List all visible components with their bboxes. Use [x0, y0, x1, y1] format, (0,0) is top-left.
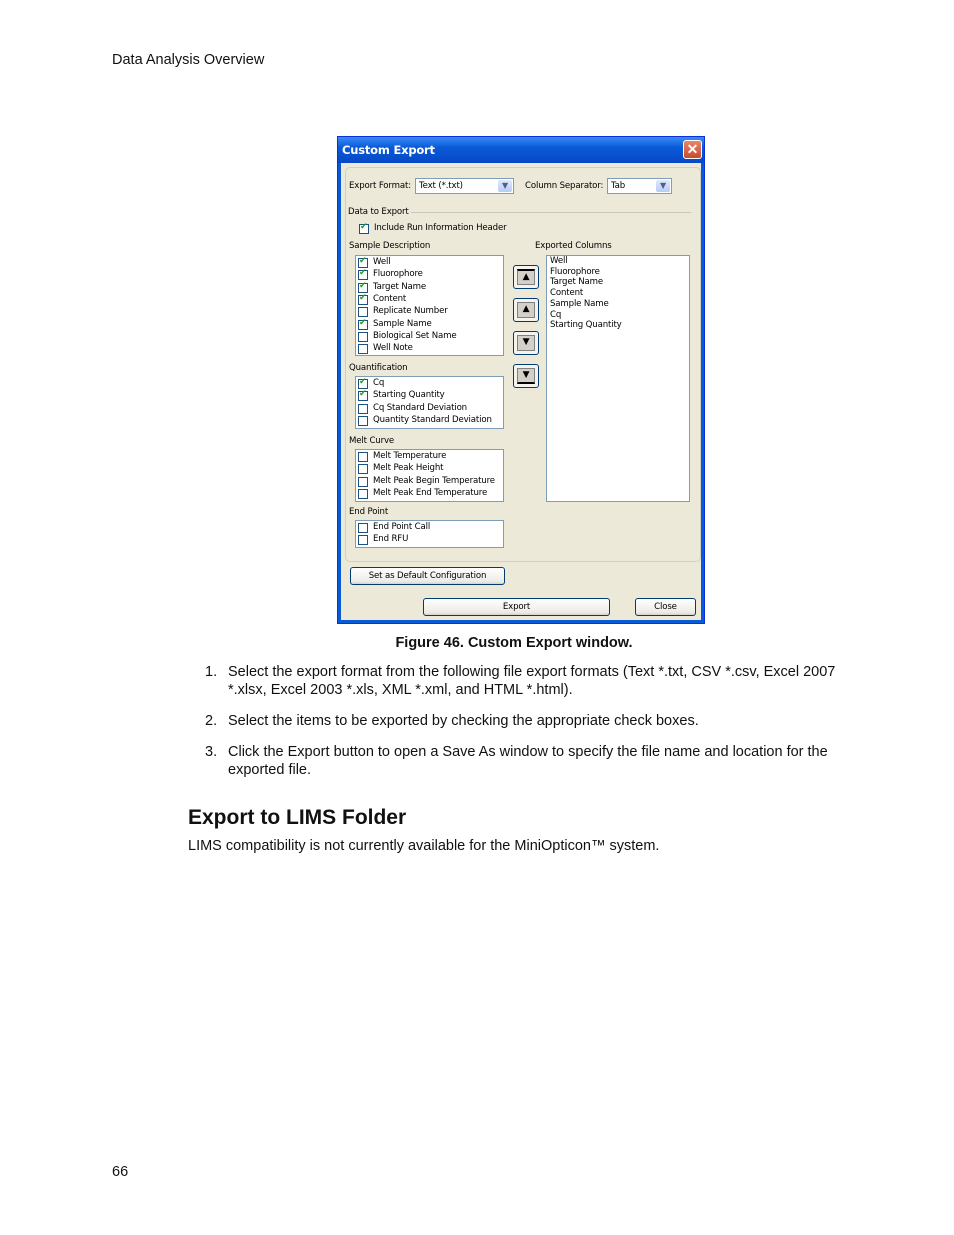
checkbox-label: Well [373, 257, 391, 267]
sample-description-list[interactable]: Well FluorophoreTarget NameContent Replica… [355, 255, 504, 356]
checkbox-label: Replicate Number [373, 306, 448, 317]
checkbox-label: Biological Set Name [373, 330, 457, 341]
quantification-list[interactable]: Cq Starting QuantityCq Standard Deviation… [355, 376, 504, 429]
arrow-up-icon: ▲ [517, 302, 535, 318]
checkbox-label: Melt Peak End Temperature [373, 487, 488, 498]
steps-list: 1. Select the export format from the foll… [205, 663, 845, 792]
checkbox-label: Melt Peak Begin Temperature [373, 475, 495, 486]
exported-column-item[interactable]: Starting Quantity [550, 320, 622, 330]
checkbox[interactable] [358, 318, 368, 330]
melt-curve-label: Melt Curve [349, 436, 395, 446]
exported-columns-label: Exported Columns [535, 241, 612, 251]
exported-column-item[interactable]: Well [550, 256, 568, 266]
checkbox[interactable] [358, 307, 368, 318]
arrow-down-icon: ▼ [517, 335, 535, 351]
dialog-client: Export Format: Text (*.txt) ▼ Column Sep… [341, 163, 701, 620]
column-separator-label: Column Separator: [525, 181, 604, 191]
close-button[interactable]: Close [635, 598, 696, 616]
exported-column-item[interactable]: Content [550, 288, 583, 298]
checkbox-label: Well Note [373, 343, 413, 354]
sample-description-label: Sample Description [349, 241, 431, 251]
step-item: 2. Select the items to be exported by che… [205, 713, 699, 729]
exported-column-item[interactable]: Fluorophore [550, 267, 600, 277]
checkbox[interactable] [358, 344, 368, 355]
checkbox[interactable] [358, 403, 368, 414]
export-format-label: Export Format: [349, 181, 411, 191]
end-point-list[interactable]: End Point Call End RFU [355, 520, 504, 548]
custom-export-dialog: Custom Export ✕ Export Format: Text (*.t… [337, 136, 705, 624]
close-icon[interactable]: ✕ [683, 140, 702, 159]
data-to-export-label: Data to Export [348, 207, 409, 217]
move-top-icon: ▲ [517, 269, 535, 285]
checkbox-label: Cq Standard Deviation [373, 402, 467, 413]
running-head: Data Analysis Overview [112, 52, 265, 68]
move-bottom-icon: ▼ [517, 368, 535, 384]
checkbox-label: Quantity Standard Deviation [373, 414, 492, 425]
checkbox[interactable] [358, 389, 368, 402]
checkbox[interactable] [358, 535, 368, 546]
checkbox-label: Cq [373, 378, 385, 388]
checkbox[interactable] [358, 293, 368, 305]
checkbox-label: Melt Peak Height [373, 463, 444, 474]
melt-curve-list[interactable]: Melt Temperature Melt Peak Height Melt Pea… [355, 449, 504, 502]
checkbox[interactable] [358, 523, 368, 533]
checkbox[interactable] [358, 377, 368, 389]
checkbox-label: Sample Name [373, 318, 432, 329]
exported-columns-list[interactable]: Well Fluorophore Target Name Content Sample … [546, 255, 690, 502]
checkbox-label: End RFU [373, 534, 409, 545]
page-number: 66 [112, 1164, 129, 1180]
export-format-select[interactable]: Text (*.txt) ▼ [415, 178, 514, 194]
checkbox[interactable] [358, 452, 368, 462]
checkbox[interactable] [358, 331, 368, 342]
move-up-button[interactable]: ▲ [513, 298, 539, 322]
checkbox[interactable] [358, 476, 368, 487]
checkbox[interactable] [358, 415, 368, 426]
exported-column-item[interactable]: Cq [550, 310, 561, 320]
quantification-label: Quantification [349, 363, 408, 373]
step-item: 1. Select the export format from the foll… [205, 664, 836, 698]
figure-caption: Figure 46. Custom Export window. [395, 635, 633, 651]
title-bar[interactable]: Custom Export ✕ [338, 137, 704, 163]
move-top-button[interactable]: ▲ [513, 265, 539, 289]
step-item: 3. Click the Export button to open a Save… [205, 744, 828, 778]
end-point-label: End Point [349, 507, 389, 517]
set-default-button[interactable]: Set as Default Configuration [350, 567, 505, 585]
exported-column-item[interactable]: Sample Name [550, 299, 609, 309]
section-heading: Export to LIMS Folder [188, 806, 407, 829]
chevron-down-icon[interactable]: ▼ [656, 180, 670, 192]
checkbox[interactable] [358, 281, 368, 293]
checkbox[interactable] [358, 256, 368, 268]
checkbox-label: Melt Temperature [373, 451, 447, 461]
chevron-down-icon[interactable]: ▼ [498, 180, 512, 192]
checkbox-label: Starting Quantity [373, 390, 445, 401]
checkbox-label: Fluorophore [373, 269, 423, 280]
checkbox-label: End Point Call [373, 522, 431, 532]
exported-column-item[interactable]: Target Name [550, 277, 603, 287]
checkbox[interactable] [358, 464, 368, 475]
export-button[interactable]: Export [423, 598, 610, 616]
move-down-button[interactable]: ▼ [513, 331, 539, 355]
checkbox-label: Content [373, 293, 407, 304]
section-text: LIMS compatibility is not currently avai… [188, 838, 660, 854]
move-bottom-button[interactable]: ▼ [513, 364, 539, 388]
column-separator-select[interactable]: Tab ▼ [607, 178, 672, 194]
checkbox[interactable] [358, 488, 368, 499]
include-header-label: Include Run Information Header [374, 223, 507, 233]
checkbox[interactable] [358, 268, 368, 281]
dialog-title: Custom Export [342, 143, 435, 157]
checkbox-label: Target Name [373, 281, 427, 292]
divider [411, 212, 691, 213]
include-header-checkbox[interactable] [359, 222, 369, 234]
